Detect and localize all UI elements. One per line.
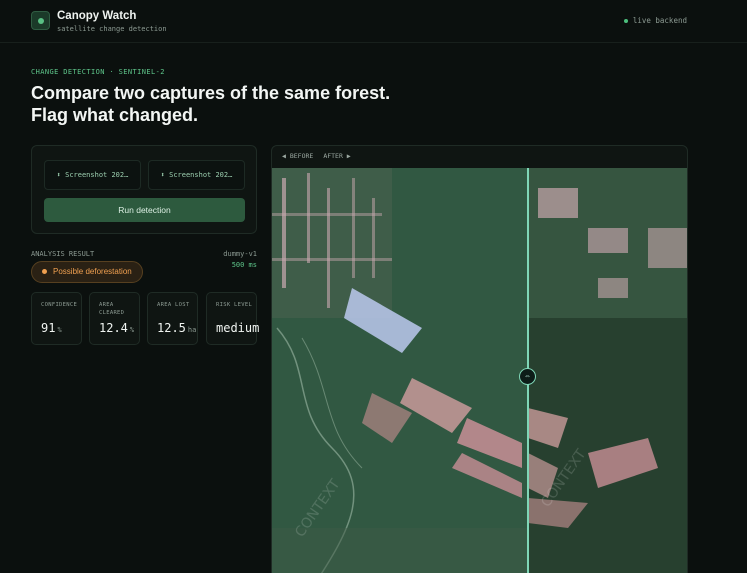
metric-label: RISK LEVEL: [216, 302, 253, 308]
metric-number: medium: [216, 321, 260, 335]
metric-number: 91: [41, 321, 56, 335]
after-file-name: Screenshot 202…: [169, 171, 233, 179]
metric-unit: %: [57, 326, 62, 334]
metric-area-lost: AREA LOST 12.5 ha: [147, 292, 198, 345]
page-headline: Compare two captures of the same forest.…: [31, 83, 391, 125]
before-satellite-image: CONTEXT: [272, 168, 528, 573]
app-tagline: satellite change detection: [57, 25, 167, 33]
run-detection-button[interactable]: Run detection: [44, 198, 245, 222]
verdict-badge: Possible deforestation: [31, 261, 143, 283]
file-icon: ⬍: [160, 171, 170, 179]
metric-area-cleared: AREA CLEARED 12.4%: [89, 292, 140, 345]
metric-label: AREA LOST: [157, 302, 190, 308]
model-name: dummy-v1: [223, 250, 257, 258]
top-bar: Canopy Watch satellite change detection …: [0, 0, 747, 43]
metric-unit: %: [129, 326, 135, 334]
metric-label: AREA CLEARED: [99, 302, 125, 316]
upload-panel: ⬍ Screenshot 202… ⬍ Screenshot 202… Run …: [31, 145, 257, 234]
latency: 500 ms: [231, 261, 257, 269]
metric-risk-level: RISK LEVEL medium: [206, 292, 259, 345]
metric-value: 91%: [41, 321, 62, 335]
app-logo-icon: [31, 11, 50, 30]
after-label: AFTER ▶: [323, 152, 351, 160]
metric-value: 12.5 ha: [157, 321, 196, 335]
metric-number: 12.4: [99, 321, 128, 335]
before-file-picker[interactable]: ⬍ Screenshot 202…: [44, 160, 141, 190]
metric-confidence: CONFIDENCE 91%: [31, 292, 82, 345]
metric-label: CONFIDENCE: [41, 302, 78, 308]
file-icon: ⬍: [56, 171, 66, 179]
backend-status: live backend: [623, 16, 687, 25]
viewer-labels: ◀ BEFORE AFTER ▶: [282, 152, 361, 160]
comparison-viewer: ◀ BEFORE AFTER ▶ CONTEXT CONTEXT ⇔: [271, 145, 688, 573]
metric-number: 12.5: [157, 321, 186, 335]
result-label: ANALYSIS RESULT: [31, 250, 95, 258]
metric-value: medium: [216, 321, 261, 335]
metric-value: 12.4%: [99, 321, 134, 335]
before-label: ◀ BEFORE: [282, 152, 314, 160]
backend-status-text: live backend: [632, 16, 687, 25]
section-eyebrow: CHANGE DETECTION · SENTINEL-2: [31, 68, 165, 76]
status-dot-icon: [623, 19, 628, 23]
after-file-picker[interactable]: ⬍ Screenshot 202…: [148, 160, 245, 190]
app-name: Canopy Watch: [57, 10, 137, 22]
warning-dot-icon: [42, 269, 47, 275]
metric-unit: ha: [187, 326, 197, 334]
verdict-text: Possible deforestation: [53, 267, 132, 276]
split-handle-icon[interactable]: ⇔: [519, 368, 536, 385]
after-satellite-image: CONTEXT: [528, 168, 687, 573]
before-file-name: Screenshot 202…: [65, 171, 129, 179]
